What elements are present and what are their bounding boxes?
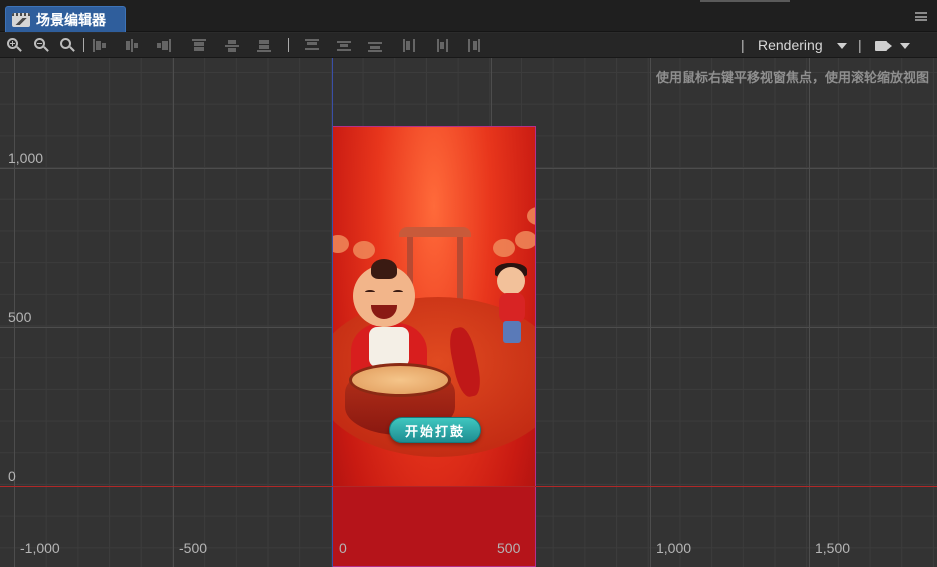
lantern-decoration [493,239,515,257]
boy-character-bib [369,327,409,367]
zoom-in-icon[interactable] [7,38,18,49]
align-right-icon[interactable] [157,39,171,52]
align-hcenter-icon[interactable] [125,39,139,52]
girl-character-legs [503,321,521,343]
y-axis-label: 0 [8,468,16,484]
zoom-reset-icon[interactable] [60,38,71,49]
x-axis-line [0,486,937,487]
girl-character-body [499,293,525,323]
toolbar-separator: | [741,37,745,53]
boy-character-hair [371,259,397,279]
lantern-decoration [515,231,535,249]
distribute-top-icon[interactable] [305,39,319,52]
toolbar-separator [83,38,84,52]
x-axis-label: 0 [339,540,347,556]
y-axis-label: 500 [8,309,32,325]
drum-head [349,363,451,397]
x-axis-label: -500 [179,540,208,556]
scene-editor-icon [12,12,30,27]
panel-menu-icon[interactable] [915,12,927,21]
lantern-decoration [353,241,375,259]
camera-chevron-down-icon[interactable] [900,43,910,49]
distribute-vcenter-icon[interactable] [337,39,351,52]
distribute-left-icon[interactable] [403,39,417,52]
tab-bar-indicator [700,0,790,2]
distribute-right-icon[interactable] [467,39,481,52]
start-drum-button[interactable]: 开始打鼓 [389,417,481,443]
grid-major-line [173,58,174,567]
viewport-hint: 使用鼠标右键平移视窗焦点，使用滚轮缩放视图 [655,71,929,86]
toolbar-separator [288,38,289,52]
scene-toolbar: | Rendering | [0,33,937,58]
camera-icon[interactable] [875,41,887,51]
x-axis-label: 1,500 [815,540,851,556]
toolbar-separator: | [858,37,862,53]
y-axis-label: 1,000 [8,150,44,166]
boy-character-eye [393,290,403,294]
x-axis-label: -1,000 [20,540,60,556]
game-design-canvas[interactable]: 开始打鼓 [332,126,536,567]
scene-viewport[interactable]: 使用鼠标右键平移视窗焦点，使用滚轮缩放视图 开始打鼓 1,000 500 0 -… [0,58,937,567]
x-axis-label: 500 [497,540,521,556]
tab-scene-editor[interactable]: 场景编辑器 [5,6,126,32]
grid-major-line [809,58,810,567]
grid-major-line [650,58,651,567]
render-mode-chevron-down-icon[interactable] [837,43,847,49]
girl-character-head [497,267,525,295]
zoom-out-icon[interactable] [34,38,45,49]
x-axis-label: 1,000 [656,540,692,556]
align-top-icon[interactable] [192,39,206,52]
render-mode-select[interactable]: Rendering [758,37,823,53]
distribute-hcenter-icon[interactable] [435,39,449,52]
panel-tab-bar: 场景编辑器 [0,0,937,32]
y-axis-line [332,58,333,567]
lantern-decoration [333,235,349,253]
tab-scene-editor-label: 场景编辑器 [36,12,106,29]
distribute-bottom-icon[interactable] [368,39,382,52]
align-vcenter-icon[interactable] [225,39,239,52]
boy-character-eye [365,290,375,294]
align-bottom-icon[interactable] [257,39,271,52]
lantern-decoration [527,207,535,225]
align-left-icon[interactable] [93,39,107,52]
